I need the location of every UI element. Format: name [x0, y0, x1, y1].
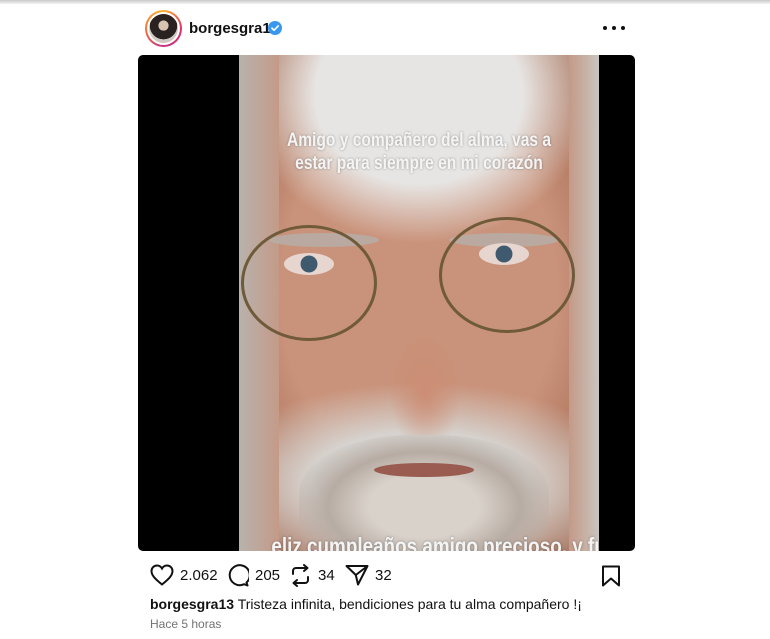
reposts-count: 34 [318, 566, 335, 584]
caption-username[interactable]: borgesgra13 [150, 596, 234, 612]
post-media[interactable]: Amigo y compañero del alma, vas a estar … [138, 55, 635, 551]
post-timestamp: Hace 5 horas [150, 617, 222, 631]
avatar[interactable] [145, 10, 182, 47]
repost-icon [292, 563, 309, 587]
save-button[interactable] [601, 563, 621, 589]
action-bar: 2.062 205 34 32 [150, 562, 625, 588]
share-button[interactable]: 32 [345, 562, 392, 588]
post-header: borgesgra13 [145, 10, 635, 50]
comment-icon [228, 563, 249, 586]
glasses-left [241, 225, 377, 341]
repost-button[interactable]: 34 [289, 562, 335, 588]
top-shadow [0, 0, 770, 4]
post-caption: borgesgra13 Tristeza infinita, bendicion… [150, 596, 582, 612]
shares-count: 32 [375, 566, 392, 584]
post-photo: Amigo y compañero del alma, vas a estar … [239, 55, 599, 551]
bookmark-icon [602, 565, 620, 587]
share-icon [345, 565, 369, 586]
heart-icon [150, 564, 174, 586]
more-icon[interactable] [603, 18, 625, 38]
overlay-text-top: Amigo y compañero del alma, vas a estar … [286, 130, 552, 174]
likes-count: 2.062 [180, 566, 218, 584]
caption-text: Tristeza infinita, bendiciones para tu a… [237, 596, 582, 612]
comment-button[interactable]: 205 [226, 562, 280, 588]
like-button[interactable]: 2.062 [150, 562, 218, 588]
comments-count: 205 [255, 566, 281, 584]
avatar-image [149, 14, 178, 43]
username-link[interactable]: borgesgra13 [189, 20, 279, 37]
verified-icon [268, 21, 282, 35]
overlay-text-bottom: eliz cumpleaños amigo precioso, y fuerza… [271, 533, 599, 551]
glasses-right [439, 217, 575, 333]
